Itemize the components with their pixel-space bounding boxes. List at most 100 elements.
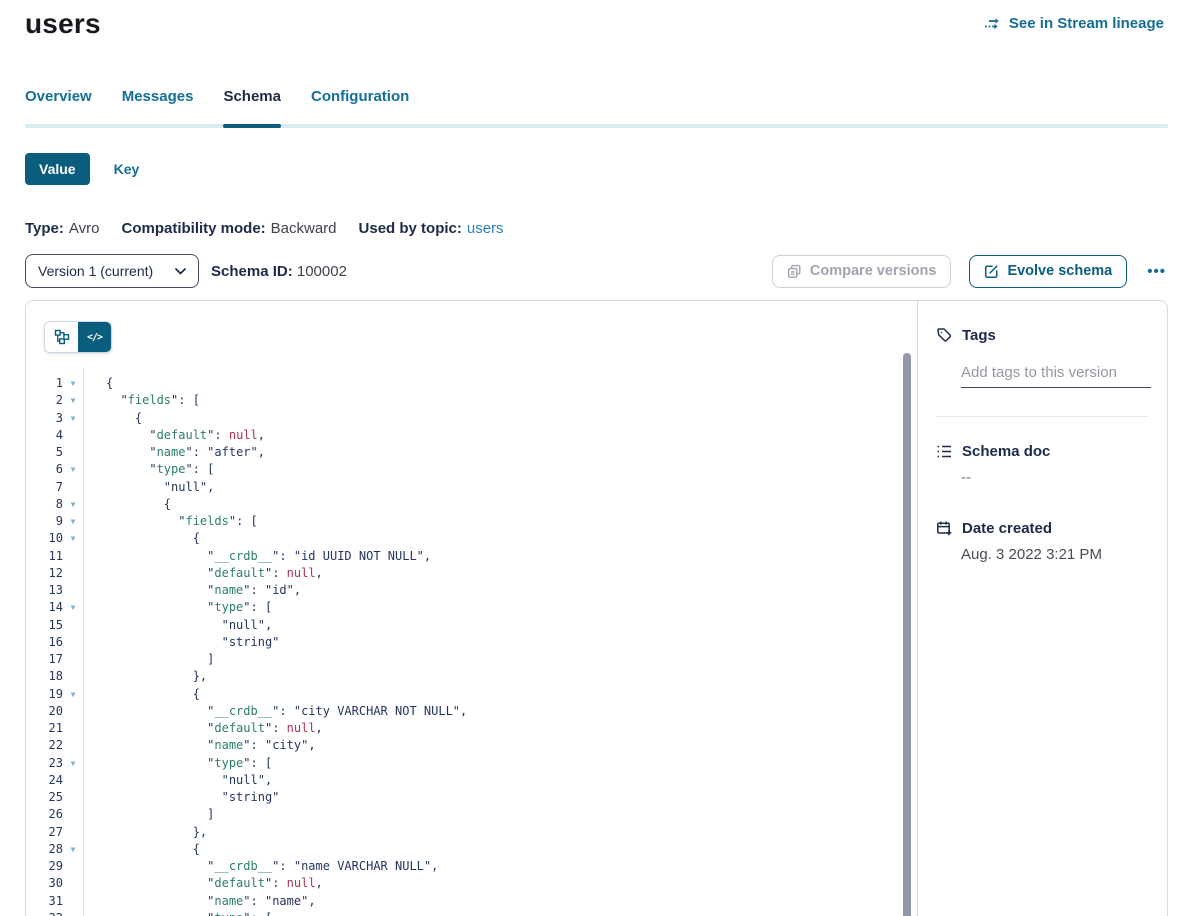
collapse-arrow-icon[interactable]: ▼ [63,841,83,858]
chevron-down-icon [175,268,186,275]
collapse-arrow-icon[interactable]: ▼ [63,496,83,513]
line-number: 22 [26,737,63,754]
date-created-header: Date created [936,520,1149,537]
tab-configuration[interactable]: Configuration [311,88,409,128]
compare-versions-button[interactable]: Compare versions [772,255,952,288]
calendar-plus-icon [936,520,953,537]
evolve-schema-label: Evolve schema [1007,263,1112,279]
code-line: 21"default": null, [26,720,892,737]
sidebar-divider [936,416,1149,417]
line-number: 15 [26,617,63,634]
code-text: "name": "after", [83,444,265,461]
code-line: 1▼{ [26,375,892,392]
tab-schema[interactable]: Schema [223,88,281,128]
collapse-arrow-spacer [63,548,83,565]
collapse-arrow-spacer [63,634,83,651]
tree-view-icon [54,329,70,345]
collapse-arrow-icon[interactable]: ▼ [63,910,83,916]
compatibility-value: Backward [271,220,337,237]
line-number: 1 [26,375,63,392]
code-text: "string" [83,789,279,806]
code-text: }, [83,824,207,841]
line-number: 31 [26,893,63,910]
collapse-arrow-spacer [63,737,83,754]
version-select[interactable]: Version 1 (current) [25,254,199,288]
collapse-arrow-icon[interactable]: ▼ [63,599,83,616]
add-tags-input[interactable] [961,364,1151,388]
compare-versions-icon [787,264,802,279]
code-text: "type": [ [83,910,272,916]
code-text: "type": [ [83,755,272,772]
schema-id-value: 100002 [297,263,347,280]
code-line: 15 "null", [26,617,892,634]
schema-doc-title: Schema doc [962,443,1050,460]
code-line: 25"string" [26,789,892,806]
stream-lineage-icon [984,16,1002,32]
schema-doc-header: Schema doc [936,443,1149,460]
line-number: 24 [26,772,63,789]
code-line: 18}, [26,668,892,685]
code-view-button[interactable]: </> [78,322,111,352]
collapse-arrow-icon[interactable]: ▼ [63,410,83,427]
code-text: "name": "name", [83,893,316,910]
collapse-arrow-icon[interactable]: ▼ [63,392,83,409]
collapse-arrow-icon[interactable]: ▼ [63,755,83,772]
code-line: 11"__crdb__": "id UUID NOT NULL", [26,548,892,565]
line-number: 30 [26,875,63,892]
line-number: 7 [26,479,63,496]
line-number: 14 [26,599,63,616]
code-line: 2▼"fields": [ [26,392,892,409]
line-number: 4 [26,427,63,444]
line-number: 12 [26,565,63,582]
schema-meta-row: Type: Avro Compatibility mode: Backward … [25,220,504,237]
collapse-arrow-spacer [63,875,83,892]
tab-overview[interactable]: Overview [25,88,92,128]
code-line: 17] [26,651,892,668]
tab-underline-track [25,124,1168,128]
compare-versions-label: Compare versions [810,263,937,279]
line-number: 3 [26,410,63,427]
code-line: 5"name": "after", [26,444,892,461]
collapse-arrow-icon[interactable]: ▼ [63,461,83,478]
list-icon [936,443,953,460]
more-options-button[interactable]: ••• [1145,259,1168,284]
code-text: "null", [83,617,272,634]
line-number: 17 [26,651,63,668]
key-toggle-button[interactable]: Key [114,161,140,177]
code-line: 16"string" [26,634,892,651]
edit-icon [984,264,999,279]
schema-id-label: Schema ID: [211,263,293,280]
code-line: 28▼{ [26,841,892,858]
schema-code-viewer[interactable]: 1▼{2▼"fields": [3▼{4"default": null,5"na… [26,367,892,916]
see-in-stream-lineage-link[interactable]: See in Stream lineage [984,15,1164,32]
type-value: Avro [69,220,100,237]
line-number: 10 [26,530,63,547]
line-number: 23 [26,755,63,772]
used-by-topic-link[interactable]: users [467,220,504,237]
collapse-arrow-icon[interactable]: ▼ [63,530,83,547]
schema-view-toggle: </> [44,321,112,353]
collapse-arrow-icon[interactable]: ▼ [63,375,83,392]
code-line: 6▼"type": [ [26,461,892,478]
code-lines: 1▼{2▼"fields": [3▼{4"default": null,5"na… [26,367,892,916]
code-scrollbar[interactable] [903,353,911,916]
code-line: 29"__crdb__": "name VARCHAR NULL", [26,858,892,875]
collapse-arrow-spacer [63,565,83,582]
code-text: "__crdb__": "city VARCHAR NOT NULL", [83,703,467,720]
collapse-arrow-spacer [63,720,83,737]
collapse-arrow-spacer [63,772,83,789]
code-line: 23▼"type": [ [26,755,892,772]
evolve-schema-button[interactable]: Evolve schema [969,255,1127,288]
collapse-arrow-spacer [63,427,83,444]
code-line: 14▼"type": [ [26,599,892,616]
code-text: { [83,496,171,513]
tab-messages[interactable]: Messages [122,88,194,128]
line-number: 18 [26,668,63,685]
collapse-arrow-icon[interactable]: ▼ [63,513,83,530]
tree-view-button[interactable] [45,322,78,352]
collapse-arrow-icon[interactable]: ▼ [63,686,83,703]
compatibility-label: Compatibility mode: [121,220,265,237]
code-text: "default": null, [83,720,323,737]
line-number: 16 [26,634,63,651]
value-toggle-button[interactable]: Value [25,153,90,185]
